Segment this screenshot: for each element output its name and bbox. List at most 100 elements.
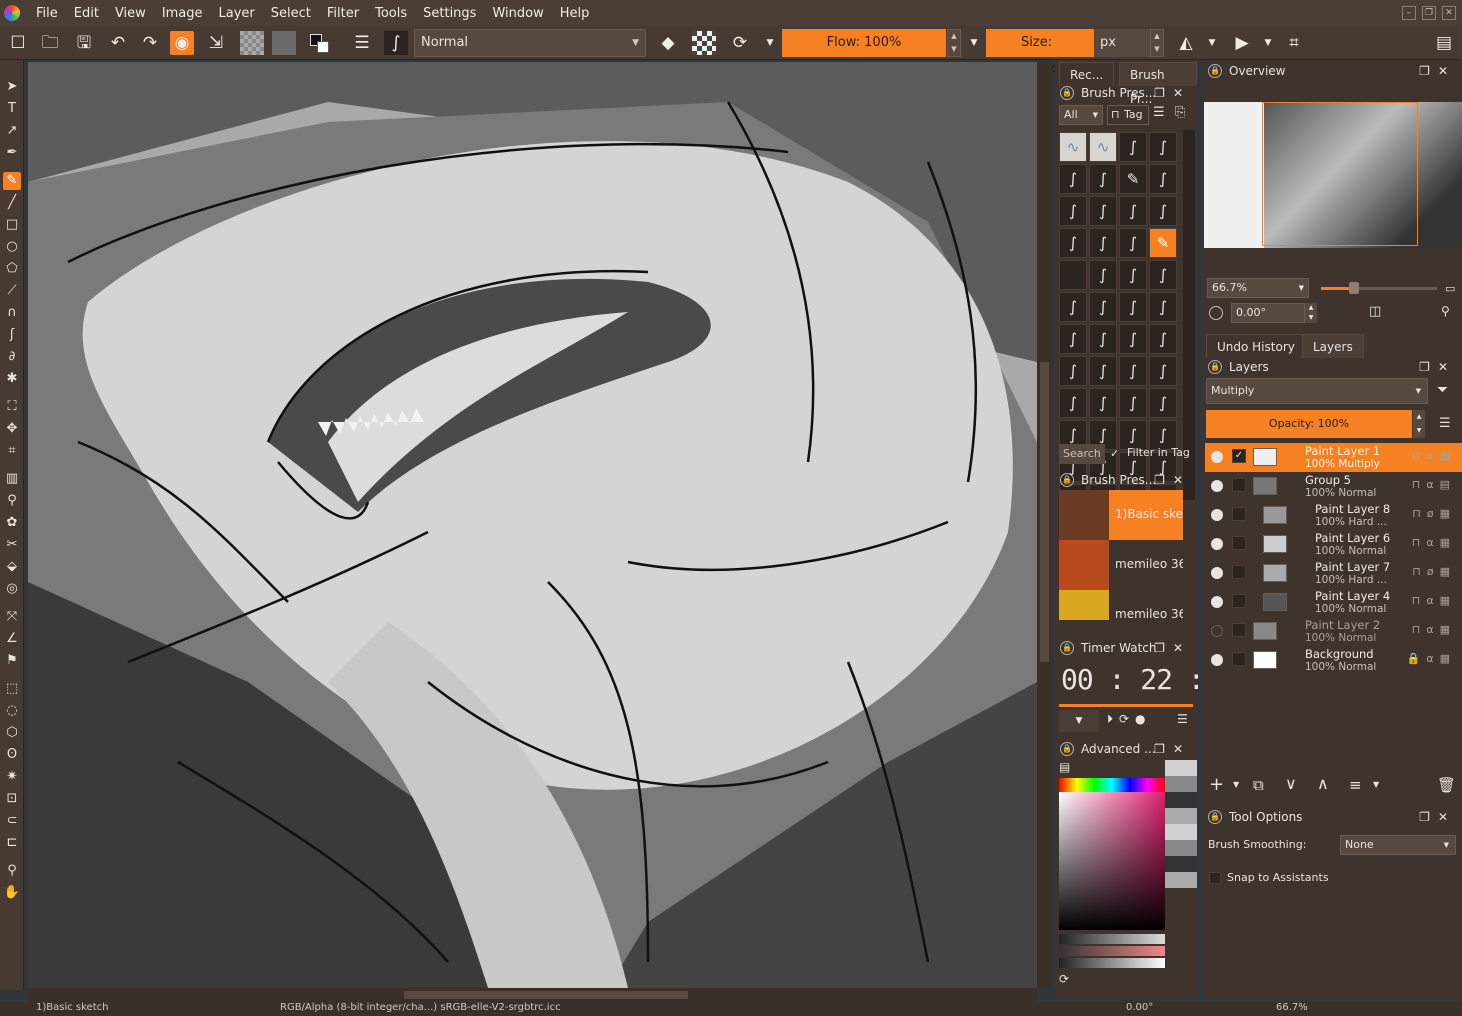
brush-preset-item[interactable]: ∫ xyxy=(1119,324,1147,354)
float-icon[interactable]: ❐ xyxy=(1419,360,1438,374)
timer-controls[interactable]: ⏵⟳● xyxy=(1107,712,1152,727)
lock-icon[interactable]: 🔒 xyxy=(1208,810,1222,824)
close-icon[interactable]: ✕ xyxy=(1173,86,1191,100)
brush-outline-icon[interactable]: ◉ xyxy=(170,31,194,55)
chevron-down-icon[interactable]: ▼ xyxy=(1373,780,1379,789)
brush-history-item[interactable]: 1)Basic sketc xyxy=(1059,490,1183,540)
brush-preset-item[interactable]: ∫ xyxy=(1059,388,1087,418)
color-history-swatches[interactable] xyxy=(1165,760,1197,888)
color-settings-icon[interactable]: ▤ xyxy=(1059,760,1070,774)
tab-undo-history[interactable]: Undo History xyxy=(1206,334,1306,358)
crop-tool-icon[interactable]: ⛶ xyxy=(3,398,21,416)
assistant-tool-icon[interactable]: ⤧ xyxy=(3,608,21,626)
alpha-lock-icon[interactable] xyxy=(692,31,716,55)
colorize-mask-icon[interactable]: ✿ xyxy=(3,514,21,532)
brush-preset-item[interactable]: ∫ xyxy=(1149,292,1177,322)
bezier-tool-icon[interactable]: ∩ xyxy=(3,304,21,322)
tag-filter-select[interactable]: All ▼ xyxy=(1059,105,1103,125)
color-slider-2[interactable] xyxy=(1059,946,1165,956)
brush-preset-item[interactable]: ∫ xyxy=(1119,196,1147,226)
color-picker-icon[interactable]: ⚲ xyxy=(3,492,21,510)
close-icon[interactable]: ✕ xyxy=(1438,810,1456,824)
brush-history-item[interactable]: memileo 36( xyxy=(1059,590,1183,620)
menu-file[interactable]: File xyxy=(28,6,66,21)
export-icon[interactable]: ⇲ xyxy=(204,31,228,55)
import-icon[interactable]: ⎘ xyxy=(1175,105,1185,120)
menu-filter[interactable]: Filter xyxy=(319,6,367,21)
lock-icon[interactable]: 🔒 xyxy=(1060,641,1074,655)
float-icon[interactable]: ❐ xyxy=(1154,473,1173,487)
new-document-icon[interactable]: ☐ xyxy=(6,31,30,55)
layer-row[interactable]: ✓ Paint Layer 1 100% Multiply ⊓α▦ xyxy=(1205,443,1462,472)
menu-tools[interactable]: Tools xyxy=(367,6,415,21)
float-icon[interactable]: ❐ xyxy=(1154,86,1173,100)
brush-preset-item[interactable]: ∫ xyxy=(1059,228,1087,258)
brush-preset-item[interactable]: ∫ xyxy=(1059,324,1087,354)
brush-preset-item[interactable]: ∫ xyxy=(1059,292,1087,322)
timer-mode-dropdown[interactable]: ▼ xyxy=(1059,710,1099,732)
eraser-icon[interactable]: ◆ xyxy=(656,31,680,55)
line-tool-icon[interactable]: ╱ xyxy=(3,194,21,212)
reload-preset-icon[interactable]: ⟳ xyxy=(728,31,752,55)
brush-preset-item-selected[interactable]: ✎ xyxy=(1149,228,1177,258)
layer-menu-icon[interactable]: ☰ xyxy=(1439,416,1451,431)
fill-tool-icon[interactable]: ⬙ xyxy=(3,558,21,576)
layer-opacity-slider[interactable]: Opacity: 100% xyxy=(1206,410,1412,438)
brush-preset-item[interactable]: ∫ xyxy=(1089,292,1117,322)
brush-search-input[interactable]: Search xyxy=(1059,444,1105,464)
freehand-brush-icon[interactable]: ✎ xyxy=(3,172,21,190)
menu-edit[interactable]: Edit xyxy=(66,6,107,21)
brush-preset-icon[interactable]: ∫ xyxy=(384,31,408,55)
menu-settings[interactable]: Settings xyxy=(415,6,484,21)
edit-shapes-icon[interactable]: ↗ xyxy=(3,122,21,140)
freehand-path-icon[interactable]: ʃ xyxy=(3,326,21,344)
text-tool-icon[interactable]: T xyxy=(3,100,21,118)
edit-brush-settings-icon[interactable]: ☰ xyxy=(350,31,374,55)
brush-preset-item[interactable]: ∿ xyxy=(1059,132,1087,162)
bezier-select-icon[interactable]: ⊂ xyxy=(3,812,21,830)
layer-select-checkbox[interactable] xyxy=(1232,478,1246,492)
layer-row[interactable]: Paint Layer 6 100% Normal ⊓α▦ xyxy=(1205,530,1462,559)
brush-preset-item[interactable]: ∫ xyxy=(1119,260,1147,290)
pattern-selector-icon[interactable] xyxy=(272,31,296,55)
float-icon[interactable]: ❐ xyxy=(1154,641,1173,655)
polygon-tool-icon[interactable]: ⬠ xyxy=(3,260,21,278)
layer-row[interactable]: Paint Layer 2 100% Normal ⊓α▦ xyxy=(1205,617,1462,646)
brush-preset-item[interactable]: ∫ xyxy=(1149,388,1177,418)
preset-scrollbar[interactable] xyxy=(1183,130,1195,500)
filter-in-tag-checkbox[interactable]: ✓ xyxy=(1110,447,1124,461)
chevron-down-icon[interactable]: ▼ xyxy=(962,31,986,55)
close-icon[interactable]: ✕ xyxy=(1442,6,1456,20)
visibility-icon[interactable] xyxy=(1211,451,1223,463)
float-icon[interactable]: ❐ xyxy=(1419,810,1438,824)
brush-preset-item[interactable]: ∫ xyxy=(1089,356,1117,386)
filter-icon[interactable]: ⏷ xyxy=(1437,382,1448,398)
brush-preset-item[interactable]: ∫ xyxy=(1119,388,1147,418)
layer-select-checkbox[interactable] xyxy=(1232,652,1246,666)
layer-row[interactable]: Group 5 100% Normal ⊓α▤ xyxy=(1205,472,1462,501)
brush-preset-item[interactable]: ∫ xyxy=(1119,292,1147,322)
lock-icon[interactable]: 🔒 xyxy=(1060,86,1074,100)
view-options-icon[interactable]: ☰ xyxy=(1153,105,1165,120)
float-icon[interactable]: ❐ xyxy=(1154,742,1173,756)
visibility-icon[interactable] xyxy=(1211,596,1223,608)
magnetic-select-icon[interactable]: ⊏ xyxy=(3,834,21,852)
add-layer-icon[interactable]: + xyxy=(1209,774,1224,795)
undo-icon[interactable]: ↶ xyxy=(106,31,130,55)
chevron-down-icon[interactable]: ▼ xyxy=(1200,31,1224,55)
freehand-select-icon[interactable]: ʘ xyxy=(3,746,21,764)
measure-tool-icon[interactable]: ∠ xyxy=(3,630,21,648)
color-slider-1[interactable] xyxy=(1059,934,1165,944)
brush-preset-item[interactable]: ∫ xyxy=(1089,164,1117,194)
layer-row[interactable]: Paint Layer 7 100% Hard ... ⊓ø▦ xyxy=(1205,559,1462,588)
enclose-fill-icon[interactable]: ◎ xyxy=(3,580,21,598)
menu-layer[interactable]: Layer xyxy=(211,6,263,21)
layer-blend-mode-select[interactable]: Multiply ▼ xyxy=(1206,378,1428,404)
tag-button[interactable]: ⊓ Tag xyxy=(1107,105,1149,125)
canvas-horizontal-scrollbar[interactable] xyxy=(28,988,1037,1002)
visibility-icon[interactable] xyxy=(1211,538,1223,550)
close-icon[interactable]: ✕ xyxy=(1173,473,1191,487)
brush-preset-item[interactable]: ∫ xyxy=(1149,356,1177,386)
brush-preset-item[interactable]: ∫ xyxy=(1089,324,1117,354)
polyline-tool-icon[interactable]: ⟋ xyxy=(3,282,21,300)
